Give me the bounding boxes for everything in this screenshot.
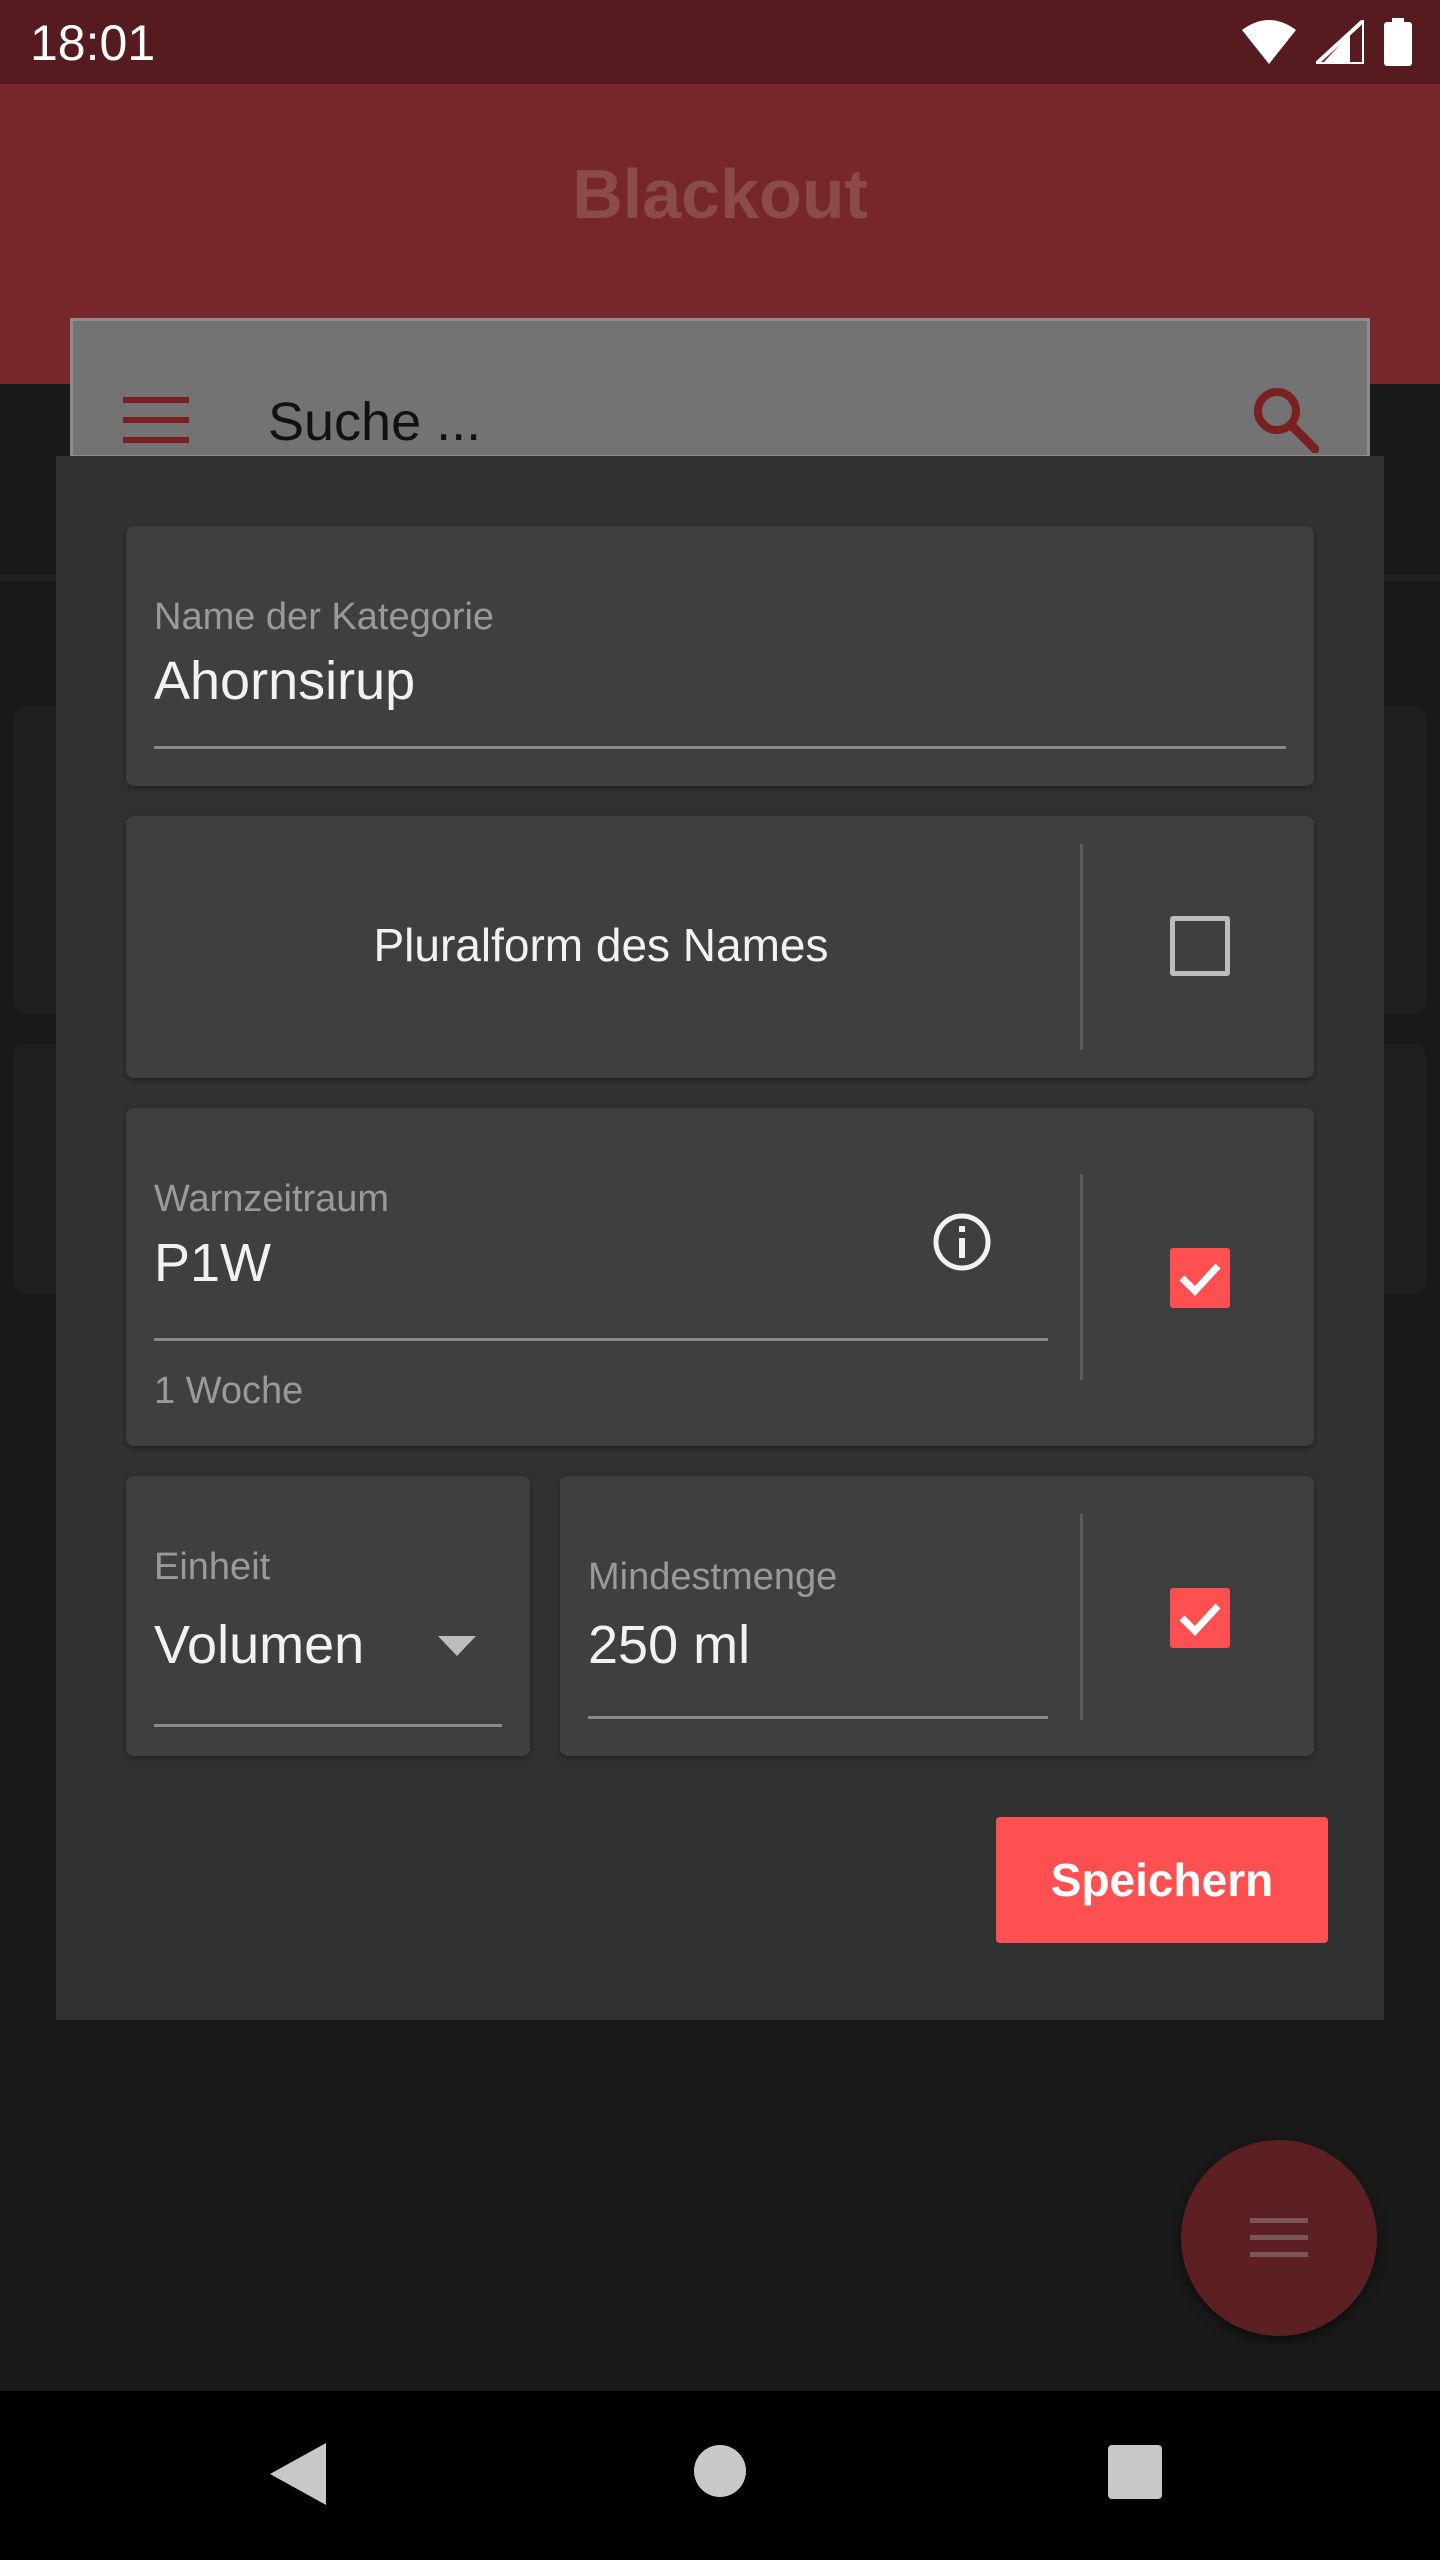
back-icon[interactable] [270, 2443, 326, 2505]
recents-icon[interactable] [1108, 2445, 1162, 2499]
check-icon [1179, 1603, 1221, 1637]
warning-period-checkbox[interactable] [1170, 1248, 1230, 1308]
warning-period-label: Warnzeitraum [154, 1178, 390, 1220]
info-icon[interactable] [932, 1212, 992, 1272]
check-icon [1179, 1263, 1221, 1297]
status-time: 18:01 [30, 15, 156, 71]
min-amount-checkbox[interactable] [1170, 1588, 1230, 1648]
min-amount-label: Mindestmenge [588, 1556, 838, 1598]
signal-icon [1316, 20, 1364, 64]
min-amount-value[interactable]: 250 ml [588, 1614, 750, 1676]
save-button[interactable]: Speichern [996, 1817, 1328, 1943]
search-bar[interactable]: Suche ... [70, 318, 1370, 458]
warning-period-value[interactable]: P1W [154, 1232, 271, 1294]
edit-category-dialog: Name der Kategorie Ahornsirup Pluralform… [56, 456, 1384, 2020]
search-icon[interactable] [1253, 387, 1319, 453]
name-field-value[interactable]: Ahornsirup [154, 650, 415, 712]
wifi-icon [1242, 20, 1296, 64]
unit-underline [154, 1724, 502, 1727]
warning-period-field[interactable]: Warnzeitraum P1W 1 Woche [126, 1108, 1314, 1446]
name-field-label: Name der Kategorie [154, 596, 495, 638]
min-amount-field[interactable]: Mindestmenge 250 ml [560, 1476, 1314, 1756]
navigation-bar [0, 2391, 1440, 2560]
plural-checkbox[interactable] [1170, 916, 1230, 976]
unit-label: Einheit [154, 1546, 271, 1588]
search-input[interactable]: Suche ... [268, 391, 481, 453]
plural-divider [1080, 844, 1083, 1050]
unit-value[interactable]: Volumen [154, 1614, 364, 1676]
plural-field[interactable]: Pluralform des Names [126, 816, 1314, 1078]
plural-label: Pluralform des Names [373, 919, 829, 971]
min-amount-divider [1080, 1514, 1083, 1720]
home-icon[interactable] [692, 2443, 748, 2499]
min-amount-underline [588, 1716, 1048, 1719]
menu-icon[interactable] [123, 397, 189, 443]
warning-period-hint: 1 Woche [154, 1370, 304, 1412]
name-field[interactable]: Name der Kategorie Ahornsirup [126, 526, 1314, 786]
dropdown-arrow-icon[interactable] [438, 1636, 476, 1656]
menu-icon [1250, 2218, 1308, 2257]
app-title: Blackout [572, 155, 868, 233]
unit-field[interactable]: Einheit Volumen [126, 1476, 530, 1756]
fab-menu-button[interactable] [1181, 2140, 1377, 2336]
status-bar: 18:01 [0, 0, 1440, 84]
warning-period-underline [154, 1338, 1048, 1341]
status-icons [1242, 18, 1412, 66]
battery-icon [1384, 18, 1412, 66]
name-field-underline [154, 746, 1286, 749]
warning-period-divider [1080, 1174, 1083, 1380]
